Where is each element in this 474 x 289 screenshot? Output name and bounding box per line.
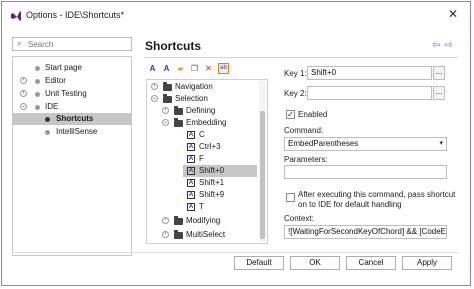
rename-icon[interactable]: ab <box>218 63 229 74</box>
nav-item-editor[interactable]: › Editor <box>13 75 131 87</box>
folder-icon <box>174 118 183 127</box>
key-icon: A <box>187 191 195 199</box>
command-label: Command: <box>284 126 324 135</box>
apply-button[interactable]: Apply <box>402 256 452 270</box>
search-box[interactable]: ⌕ <box>12 37 132 51</box>
command-value: EmbedParentheses <box>288 139 359 148</box>
copy-icon[interactable]: ❐ <box>189 63 200 74</box>
key-icon: A <box>187 155 195 163</box>
bullet-icon <box>45 130 50 135</box>
back-arrow-icon[interactable]: ⇦ <box>432 40 440 51</box>
folder-icon <box>174 106 183 115</box>
tree-item-navigation[interactable]: › Navigation <box>147 81 257 93</box>
forward-arrow-icon[interactable]: ⇨ <box>444 40 452 51</box>
shortcut-item[interactable]: A T <box>147 201 257 213</box>
nav-item-intellisense[interactable]: IntelliSense <box>13 126 131 138</box>
options-nav-tree: Start page › Editor › Unit Testing ⌄ IDE… <box>12 56 132 256</box>
parameters-field[interactable] <box>284 165 447 179</box>
expand-icon[interactable]: › <box>162 231 169 238</box>
key1-browse-button[interactable]: ... <box>433 66 445 80</box>
enabled-label: Enabled <box>298 110 328 119</box>
tree-item-modifying[interactable]: › Modifying <box>147 215 257 227</box>
key2-label: Key 2: <box>284 89 307 98</box>
expand-icon[interactable]: › <box>162 217 169 224</box>
nav-item-start-page[interactable]: Start page <box>13 62 131 74</box>
history-nav: ⇦ ⇨ <box>432 40 457 51</box>
chevron-down-icon: ▾ <box>439 140 443 147</box>
default-button[interactable]: Default <box>234 256 284 270</box>
context-label: Context: <box>284 214 314 223</box>
collapse-icon[interactable]: ⌄ <box>162 119 169 126</box>
expand-icon[interactable]: › <box>20 77 27 84</box>
scrollbar-thumb[interactable] <box>260 111 265 239</box>
key1-field[interactable]: Shift+0 <box>307 66 432 80</box>
enabled-checkbox[interactable]: ✓ <box>286 110 295 119</box>
nav-item-unit-testing[interactable]: › Unit Testing <box>13 88 131 100</box>
key-icon: A <box>187 143 195 151</box>
key-icon: A <box>187 167 195 175</box>
collapse-icon[interactable]: ⌄ <box>151 95 158 102</box>
shortcut-item[interactable]: A Ctrl+3 <box>147 141 257 153</box>
key-icon: A <box>187 179 195 187</box>
bullet-icon <box>35 66 40 71</box>
key-icon: A <box>187 131 195 139</box>
delete-icon[interactable]: ✕ <box>203 63 214 74</box>
folder-icon <box>174 216 183 225</box>
context-field[interactable]: ![WaitingForSecondKeyOfChord] && [CodeEd… <box>284 225 447 239</box>
expand-icon[interactable]: › <box>162 107 169 114</box>
vs-logo-icon <box>11 11 21 21</box>
pass-shortcut-label-line1: After executing this command, pass short… <box>298 190 456 199</box>
folder-icon <box>163 94 172 103</box>
shortcut-item[interactable]: A C <box>147 129 257 141</box>
collapse-icon[interactable]: ⌄ <box>20 103 27 110</box>
search-icon: ⌕ <box>17 39 22 48</box>
command-tree: › Navigation ⌄ Selection › Defining ⌄ Em… <box>146 79 268 244</box>
shortcut-item[interactable]: A Shift+1 <box>147 177 257 189</box>
page-title: Shortcuts <box>145 39 202 53</box>
folder-icon <box>163 82 172 91</box>
tree-item-selection[interactable]: ⌄ Selection <box>147 93 257 105</box>
new-shortcut-alt-icon[interactable]: A <box>161 63 172 74</box>
ok-button[interactable]: OK <box>290 256 340 270</box>
command-dropdown[interactable]: EmbedParentheses ▾ <box>284 137 447 151</box>
key1-label: Key 1: <box>284 69 307 78</box>
tree-item-multiselect[interactable]: › MultiSelect <box>147 229 257 241</box>
search-input[interactable] <box>28 38 128 50</box>
new-folder-icon[interactable]: ▰ <box>175 63 186 74</box>
nav-item-ide[interactable]: ⌄ IDE <box>13 101 131 113</box>
close-icon[interactable]: ✕ <box>448 7 458 21</box>
header-divider <box>145 57 458 58</box>
shortcut-item-selected[interactable]: A Shift+0 <box>183 165 257 177</box>
parameters-label: Parameters: <box>284 155 328 164</box>
key-icon: A <box>187 203 195 211</box>
bullet-icon <box>35 92 40 97</box>
footer-divider <box>12 252 458 253</box>
new-shortcut-icon[interactable]: A <box>147 63 158 74</box>
bullet-icon <box>35 79 40 84</box>
bullet-icon <box>45 117 50 122</box>
shortcut-item[interactable]: A Shift+9 <box>147 189 257 201</box>
folder-icon <box>174 230 183 239</box>
tree-item-defining[interactable]: › Defining <box>147 105 257 117</box>
pass-shortcut-label-line2: on to IDE for default handling <box>298 200 402 209</box>
pass-shortcut-checkbox[interactable] <box>286 193 295 202</box>
shortcut-item[interactable]: A F <box>147 153 257 165</box>
command-tree-scrollbar[interactable] <box>259 81 266 242</box>
window-title: Options - IDE\Shortcuts* <box>26 10 125 20</box>
expand-icon[interactable]: › <box>151 83 158 90</box>
title-bar: Options - IDE\Shortcuts* ✕ <box>2 2 470 28</box>
bullet-icon <box>35 105 40 110</box>
tree-item-embedding[interactable]: ⌄ Embedding <box>147 117 257 129</box>
nav-item-shortcuts[interactable]: Shortcuts <box>13 113 131 125</box>
key2-browse-button[interactable]: ... <box>433 86 445 100</box>
expand-icon[interactable]: › <box>20 90 27 97</box>
key2-field[interactable] <box>307 86 432 100</box>
cancel-button[interactable]: Cancel <box>346 256 396 270</box>
